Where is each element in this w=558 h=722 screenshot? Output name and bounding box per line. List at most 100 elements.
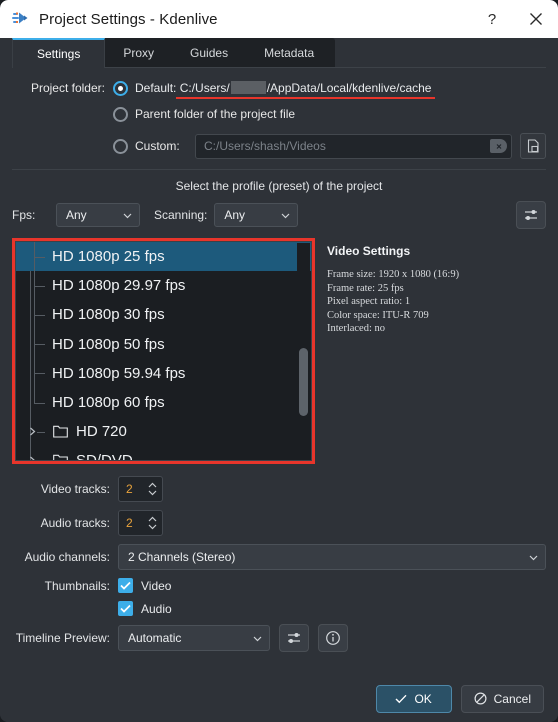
custom-folder-placeholder: C:/Users/shash/Videos	[204, 139, 326, 153]
close-button[interactable]	[514, 0, 558, 38]
profile-label: HD 1080p 59.94 fps	[52, 364, 186, 382]
video-tracks-row: Video tracks: 2	[12, 476, 546, 502]
thumbnails-audio-label: Audio	[141, 601, 172, 616]
tab-settings[interactable]: Settings	[12, 38, 106, 68]
project-folder-group: Project folder: Default: C:/Users/ /AppDa…	[12, 77, 546, 159]
tree-branch	[16, 417, 52, 446]
frame-rate-value: Frame rate: 25 fps	[327, 282, 404, 294]
fps-select[interactable]: Any	[56, 203, 140, 227]
timeline-preview-label: Timeline Preview:	[15, 631, 110, 645]
thumbnails-audio-checkbox[interactable]	[118, 601, 133, 616]
video-tracks-label: Video tracks:	[40, 482, 110, 496]
project-folder-custom-row: Custom: C:/Users/shash/Videos	[12, 133, 546, 159]
open-folder-icon	[527, 139, 539, 153]
radio-parent-folder[interactable]	[113, 106, 128, 122]
tab-proxy[interactable]: Proxy	[105, 38, 172, 68]
timeline-preview-select[interactable]: Automatic	[118, 625, 270, 651]
tree-branch	[26, 329, 52, 359]
cancel-button-label: Cancel	[493, 691, 531, 706]
default-folder-prefix: Default: C:/Users/	[135, 81, 230, 95]
custom-folder-input[interactable]: C:/Users/shash/Videos	[195, 133, 512, 159]
fps-value: Any	[66, 208, 87, 222]
parent-folder-label: Parent folder of the project file	[135, 107, 296, 121]
profile-tree-item[interactable]: HD 1080p 29.97 fps	[16, 271, 311, 301]
audio-tracks-stepper[interactable]: 2	[118, 510, 163, 536]
project-settings-dialog: Project Settings - Kdenlive ? Settings P…	[0, 0, 558, 722]
profile-caption: Select the profile (preset) of the proje…	[175, 179, 383, 193]
audio-channels-label: Audio channels:	[24, 550, 110, 564]
browse-folder-button[interactable]	[520, 133, 546, 159]
profile-tree-item[interactable]: HD 1080p 30 fps	[16, 300, 311, 330]
default-folder-suffix: /AppData/Local/kdenlive/cache	[266, 81, 432, 95]
stepper-arrows-icon	[148, 482, 157, 496]
audio-channels-value: 2 Channels (Stereo)	[128, 550, 236, 564]
scrollbar-thumb[interactable]	[299, 348, 308, 416]
profile-label: HD 1080p 25 fps	[52, 248, 165, 266]
profile-filters-row: Fps: Any Scanning: Any	[12, 201, 546, 229]
profile-tree-item[interactable]: HD 1080p 60 fps	[16, 387, 311, 417]
path-highlight-underline	[176, 97, 436, 99]
audio-channels-select[interactable]: 2 Channels (Stereo)	[118, 544, 546, 570]
profile-tree-item[interactable]: HD 1080p 59.94 fps	[16, 358, 311, 388]
radio-custom-folder[interactable]	[113, 138, 128, 154]
title-bar: Project Settings - Kdenlive ?	[0, 0, 558, 38]
profile-selection-area: HD 1080p 25 fps HD 1080p 29.97 fps HD 10…	[12, 238, 546, 464]
frame-size-value: Frame size: 1920 x 1080 (16:9)	[327, 269, 460, 280]
video-tracks-stepper[interactable]: 2	[118, 476, 163, 502]
check-icon	[395, 694, 407, 704]
pixel-aspect-ratio-value: Pixel aspect ratio: 1	[327, 296, 411, 307]
check-icon	[120, 604, 131, 613]
tab-metadata[interactable]: Metadata	[246, 38, 332, 68]
tree-branch	[26, 271, 52, 301]
stepper-arrows-icon	[148, 516, 157, 530]
tab-bar: Settings Proxy Guides Metadata	[0, 38, 558, 68]
ok-button[interactable]: OK	[375, 684, 452, 713]
video-tracks-value: 2	[126, 482, 133, 496]
fps-label: Fps:	[12, 208, 36, 222]
timeline-preview-info-button[interactable]	[318, 624, 348, 652]
scanning-select[interactable]: Any	[214, 203, 299, 227]
no-entry-icon	[474, 692, 487, 705]
thumbnails-audio-row: Audio	[12, 601, 546, 616]
thumbnails-video-row: Thumbnails: Video	[12, 578, 546, 593]
tree-branch	[26, 358, 52, 388]
profile-tree-folder[interactable]: HD 720	[16, 417, 311, 446]
check-icon	[120, 581, 131, 590]
thumbnails-video-checkbox[interactable]	[118, 578, 133, 593]
tab-guides[interactable]: Guides	[172, 38, 246, 68]
clear-text-icon[interactable]	[490, 139, 507, 153]
profile-tree-item[interactable]: HD 1080p 50 fps	[16, 329, 311, 359]
chevron-down-icon	[529, 555, 538, 560]
profile-tree-scrollbar[interactable]	[297, 243, 310, 459]
video-settings-title: Video Settings	[327, 244, 411, 258]
dialog-button-bar: OK Cancel	[0, 675, 558, 722]
project-folder-parent-row: Parent folder of the project file	[12, 103, 546, 125]
tree-branch	[26, 242, 52, 272]
profile-tree-item[interactable]: HD 1080p 25 fps	[16, 242, 311, 272]
tree-branch	[26, 387, 52, 417]
timeline-preview-value: Automatic	[128, 631, 182, 645]
project-folder-label: Project folder:	[30, 81, 105, 95]
help-button[interactable]: ?	[470, 0, 514, 38]
audio-tracks-label: Audio tracks:	[40, 516, 110, 530]
info-icon	[326, 631, 340, 645]
chevron-right-icon	[30, 456, 35, 460]
project-folder-default-row: Project folder: Default: C:/Users/ /AppDa…	[12, 77, 546, 99]
sliders-icon	[525, 210, 537, 220]
radio-default-folder[interactable]	[113, 80, 128, 96]
folder-icon	[53, 425, 68, 438]
tracks-form: Video tracks: 2 Audio tracks: 2 Audio ch…	[12, 476, 546, 652]
audio-tracks-value: 2	[126, 516, 133, 530]
folder-icon	[53, 455, 68, 460]
configure-profile-button[interactable]	[516, 201, 546, 229]
cancel-button[interactable]: Cancel	[460, 684, 544, 713]
profile-tree-folder[interactable]: SD/DVD	[16, 446, 311, 460]
default-folder-path: Default: C:/Users/ /AppData/Local/kdenliv…	[135, 81, 436, 99]
redacted-username	[230, 81, 266, 94]
profile-tree[interactable]: HD 1080p 25 fps HD 1080p 29.97 fps HD 10…	[15, 241, 312, 461]
profile-label: HD 1080p 60 fps	[52, 394, 165, 412]
custom-folder-label: Custom:	[135, 139, 180, 153]
divider	[12, 169, 546, 170]
profile-label: HD 720	[76, 423, 127, 441]
timeline-preview-configure-button[interactable]	[279, 624, 309, 652]
